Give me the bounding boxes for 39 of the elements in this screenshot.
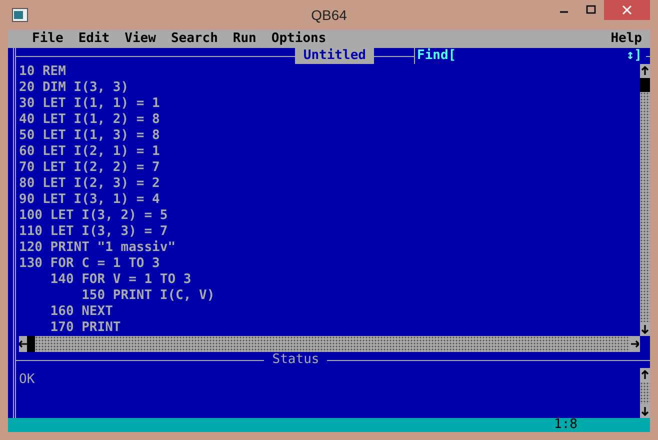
editor-title: Untitled bbox=[295, 48, 374, 64]
scroll-right-button[interactable] bbox=[630, 336, 640, 352]
code-line: 90 LET I(3, 1) = 4 bbox=[19, 192, 161, 208]
status-message: OK bbox=[18, 371, 36, 389]
window-title: QB64 bbox=[311, 7, 347, 23]
code-line: 130 FOR C = 1 TO 3 bbox=[19, 256, 161, 272]
scroll-thumb[interactable] bbox=[640, 78, 650, 92]
scroll-left-button[interactable] bbox=[19, 336, 27, 352]
code-line: 150 PRINT I(C, V) bbox=[80, 288, 216, 304]
right-arrow-icon[interactable] bbox=[631, 339, 639, 349]
code-line: 110 LET I(3, 3) = 7 bbox=[19, 224, 169, 240]
code-line: 170 PRINT bbox=[49, 320, 122, 336]
menu-item[interactable]: File bbox=[32, 31, 64, 47]
code-line: 30 LET I(1, 1) = 1 bbox=[19, 96, 161, 112]
menu-item[interactable]: Run bbox=[232, 31, 256, 47]
status-title: Status bbox=[271, 352, 320, 368]
code-line: 140 FOR V = 1 TO 3 bbox=[49, 272, 192, 288]
close-button[interactable] bbox=[604, 0, 650, 20]
code-line: 10 REM bbox=[19, 64, 67, 80]
menu-item[interactable]: Options bbox=[271, 31, 326, 47]
maximize-icon bbox=[586, 5, 596, 15]
menu-item[interactable]: Help bbox=[610, 31, 642, 47]
code-line: 40 LET I(1, 2) = 8 bbox=[19, 112, 161, 128]
menu-item[interactable]: View bbox=[124, 31, 156, 47]
code-line: 60 LET I(2, 1) = 1 bbox=[19, 144, 161, 160]
code-line: 100 LET I(3, 2) = 5 bbox=[19, 208, 169, 224]
code-line: 20 DIM I(3, 3) bbox=[19, 80, 130, 96]
code-line: 160 NEXT bbox=[49, 304, 114, 320]
left-arrow-icon[interactable] bbox=[19, 339, 27, 349]
code-line: 120 PRINT "1 massiv" bbox=[19, 240, 177, 256]
cursor-position: 1:8 bbox=[554, 417, 578, 433]
code-line: 50 LET I(1, 3) = 8 bbox=[19, 128, 161, 144]
app-icon bbox=[12, 8, 28, 22]
close-icon bbox=[622, 5, 632, 15]
code-line: 70 LET I(2, 2) = 7 bbox=[19, 160, 161, 176]
menu-item[interactable]: Search bbox=[170, 31, 218, 47]
code-line: 80 LET I(2, 3) = 2 bbox=[19, 176, 161, 192]
scroll-thumb[interactable] bbox=[27, 336, 35, 352]
menu-item[interactable]: Edit bbox=[78, 31, 110, 47]
